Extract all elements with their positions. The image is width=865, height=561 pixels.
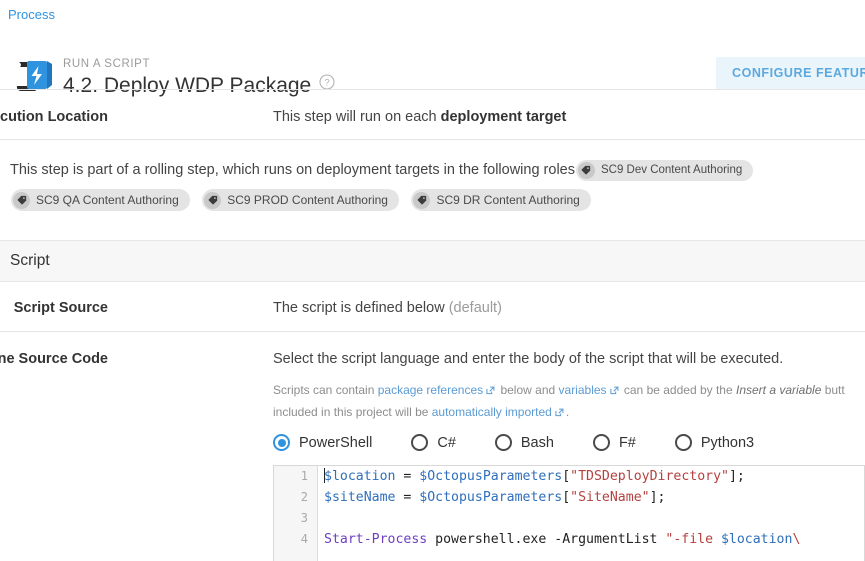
help-text-d: butt (821, 383, 845, 397)
divider-execution (0, 139, 865, 140)
role-tag-label: SC9 PROD Content Authoring (227, 193, 388, 207)
radio-label: Bash (520, 434, 554, 451)
help-text-b: below and (497, 383, 559, 397)
radio-dot-icon (411, 434, 429, 451)
tag-icon (13, 191, 30, 209)
divider-script-source (0, 331, 865, 332)
roles-tag-row: SC9 QA Content Authoring SC9 PROD Conten… (10, 189, 855, 211)
radio-dot-icon (674, 434, 692, 451)
role-tag[interactable]: SC9 DR Content Authoring (411, 189, 591, 211)
tag-icon (413, 191, 431, 209)
radio-bash[interactable]: Bash (494, 434, 554, 451)
svg-text:?: ? (325, 78, 330, 89)
script-source-value: The script is defined below (default) (273, 300, 502, 316)
line-number: 4 (300, 532, 308, 546)
breadcrumb-process[interactable]: Process (8, 7, 55, 22)
editor-code-area[interactable]: $location = $OctopusParameters["TDSDeplo… (319, 466, 864, 561)
external-link-icon (486, 380, 495, 395)
help-text-f: . (565, 405, 570, 419)
tag-icon (204, 191, 222, 209)
role-tag-label: SC9 DR Content Authoring (436, 193, 580, 207)
role-tag-label: SC9 Dev Content Authoring (600, 164, 743, 177)
line-number: 1 (300, 469, 308, 483)
inline-source-code-help-line2: included in this project will be automat… (273, 401, 865, 423)
step-kicker: RUN A SCRIPT (63, 58, 151, 70)
page-title: 4.2. Deploy WDP Package (63, 74, 312, 97)
execution-location-value: This step will run on each deployment ta… (273, 109, 566, 125)
radio-label: Python3 (700, 434, 755, 451)
line-number: 2 (300, 490, 308, 504)
help-text-e: included in this project will be (273, 405, 432, 419)
radio-label: PowerShell (299, 434, 373, 451)
step-header: RUN A SCRIPT 4.2. Deploy WDP Package ? C… (0, 26, 865, 97)
radio-csharp[interactable]: C# (411, 434, 456, 451)
radio-label: F# (618, 434, 636, 451)
role-tag[interactable]: SC9 PROD Content Authoring (202, 189, 399, 211)
code-line-1: $location = $OctopusParameters["TDSDeplo… (324, 468, 745, 484)
radio-label: C# (437, 434, 456, 451)
divider-header (0, 89, 865, 90)
help-text-c: can be added by the (620, 383, 736, 397)
radio-fsharp[interactable]: F# (592, 434, 636, 451)
step-editor-page: Process RUN A SCRIPT 4.2. Deploy WDP Pac… (0, 0, 865, 561)
step-header-text: RUN A SCRIPT 4.2. Deploy WDP Package ? (63, 57, 335, 99)
step-title-row: 4.2. Deploy WDP Package ? (63, 72, 335, 99)
code-line-4: Start-Process powershell.exe -ArgumentLi… (324, 532, 801, 547)
help-text-a: Scripts can contain (273, 383, 378, 397)
script-section-title: Script (10, 252, 50, 269)
role-tag-label: SC9 QA Content Authoring (36, 193, 179, 207)
code-editor[interactable]: 1 2 3 4 $location = $OctopusParameters["… (273, 465, 865, 561)
execution-location-value-prefix: This step will run on each (273, 109, 441, 125)
radio-python3[interactable]: Python3 (674, 434, 755, 451)
editor-line-number-gutter: 1 2 3 4 (274, 466, 318, 561)
script-source-default-tag: (default) (448, 300, 502, 316)
script-section-header: Script (0, 240, 865, 282)
execution-location-row: Execution Location This step will run on… (0, 99, 865, 139)
automatically-imported-link[interactable]: automatically imported (432, 405, 552, 419)
help-text-emphasis: Insert a variable (735, 383, 822, 397)
script-scroll-lightning-icon (14, 59, 56, 93)
line-number: 3 (300, 511, 308, 525)
tag-icon (577, 161, 595, 179)
script-source-row: Script Source The script is defined belo… (0, 289, 865, 331)
code-line-2: $siteName = $OctopusParameters["SiteName… (324, 490, 666, 505)
external-link-icon (555, 402, 564, 417)
radio-powershell[interactable]: PowerShell (273, 434, 372, 451)
radio-dot-icon (592, 434, 610, 451)
role-tag[interactable]: SC9 QA Content Authoring (11, 189, 190, 211)
script-source-value-text: The script is defined below (273, 300, 445, 316)
configure-features-button[interactable]: CONFIGURE FEATURES (716, 57, 865, 90)
script-language-radio-group: PowerShell C# Bash F# Python3 (273, 434, 793, 451)
script-source-label: Script Source (13, 300, 108, 316)
execution-location-label: Execution Location (0, 109, 108, 125)
radio-dot-icon (273, 434, 290, 451)
roles-intro-text: This step is part of a rolling step, whi… (10, 162, 575, 178)
execution-location-value-strong: deployment target (440, 109, 567, 125)
rolling-step-roles: This step is part of a rolling step, whi… (0, 156, 865, 234)
inline-source-code-description: Select the script language and enter the… (273, 351, 784, 367)
question-mark-circle-icon[interactable]: ? (319, 74, 335, 90)
radio-dot-icon (494, 434, 512, 451)
variables-link[interactable]: variables (559, 383, 607, 397)
role-tag[interactable]: SC9 Dev Content Authoring (575, 159, 754, 181)
roles-intro-line: This step is part of a rolling step, whi… (10, 156, 855, 184)
external-link-icon (609, 380, 619, 395)
inline-source-code-label: Inline Source Code (0, 351, 108, 367)
package-references-link[interactable]: package references (378, 383, 483, 397)
inline-source-code-help: Scripts can contain package references b… (273, 379, 865, 423)
